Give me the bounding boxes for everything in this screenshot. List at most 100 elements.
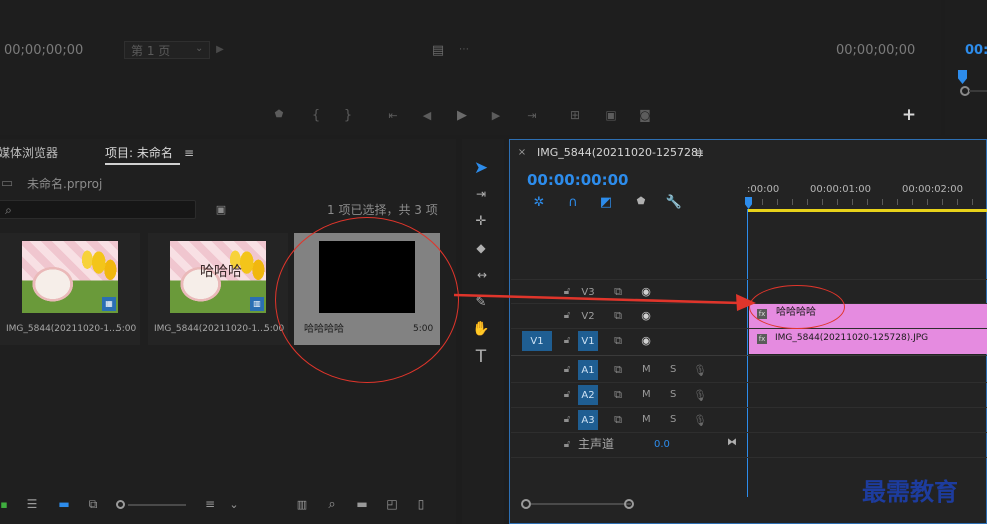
microphone-icon[interactable]: 🎙︎ — [693, 388, 707, 402]
tab-media-browser[interactable]: 媒体浏览器 — [0, 147, 58, 159]
trash-icon[interactable]: ▯ — [414, 497, 428, 511]
track-a1: 🔓︎ A1 ⧉ M S 🎙︎ — [511, 358, 747, 382]
lock-icon[interactable]: 🔓︎ — [562, 364, 572, 376]
sequence-tab[interactable]: IMG_5844(20211020-125728) — [537, 147, 702, 158]
sync-lock-icon[interactable]: ⧉ — [611, 334, 625, 346]
lock-icon[interactable]: 🔓︎ — [562, 414, 572, 426]
go-to-end-icon[interactable]: ⧓ — [725, 436, 739, 450]
sync-lock-icon[interactable]: ⧉ — [611, 413, 625, 425]
page-select[interactable]: 第 1 页 ⌄ — [124, 41, 210, 59]
track-select-tool-icon[interactable]: ⇥ — [472, 186, 490, 202]
program-playhead[interactable] — [958, 70, 967, 84]
close-icon[interactable]: × — [517, 147, 527, 159]
track-target-a2[interactable]: A2 — [578, 385, 598, 405]
track-v1: V1 🔓︎ V1 ⧉ ◉ — [511, 329, 747, 353]
master-volume[interactable]: 0.0 — [654, 440, 670, 450]
lock-icon[interactable]: 🔓︎ — [562, 439, 572, 451]
annotation-arrow — [453, 293, 756, 311]
automate-to-sequence-icon[interactable]: ▥ — [294, 497, 310, 511]
fx-badge-icon: fx — [757, 334, 767, 344]
lock-icon[interactable]: 🔓︎ — [562, 335, 572, 347]
tab-project[interactable]: 项目: 未命名 — [105, 147, 173, 159]
step-back-icon[interactable]: ◀ — [420, 108, 434, 122]
sync-lock-icon[interactable]: ⧉ — [611, 363, 625, 375]
program-timecode-right[interactable]: 00;00;00;00 — [836, 44, 915, 57]
play-small-icon[interactable]: ▶ — [214, 44, 226, 56]
work-area-bar[interactable] — [747, 209, 987, 212]
mute-button[interactable]: M — [642, 415, 651, 425]
project-item[interactable]: 哈哈哈 ▥ IMG_5844(20211020-1... 5:00 — [148, 233, 288, 345]
lock-icon[interactable]: 🔓︎ — [562, 389, 572, 401]
slip-tool-icon[interactable]: ↔ — [472, 267, 492, 283]
search-input[interactable]: ⌕ — [0, 200, 196, 219]
project-item[interactable]: ▦ IMG_5844(20211020-1... 5:00 — [0, 233, 140, 345]
tab-underline — [105, 163, 180, 165]
program-timecode[interactable]: 00:0 — [965, 44, 987, 57]
snap-icon[interactable]: ∩ — [565, 194, 581, 210]
go-to-in-icon[interactable]: ⇤ — [384, 108, 402, 122]
panel-menu-icon[interactable]: ≡ — [183, 147, 195, 159]
find-icon[interactable]: ▣ — [213, 202, 229, 216]
track-master: 🔓︎ 主声道 0.0 ⧓ — [511, 433, 747, 457]
new-item-icon[interactable]: ◰ — [385, 497, 399, 511]
overwrite-icon[interactable]: ▣ — [603, 107, 619, 123]
solo-button[interactable]: S — [670, 390, 676, 400]
nest-icon[interactable]: ✲ — [531, 194, 547, 210]
selection-tool-icon[interactable]: ➤ — [472, 159, 490, 177]
go-to-out-icon[interactable]: ⇥ — [523, 108, 541, 122]
audio-waveform-icon[interactable]: ⋯ — [456, 43, 472, 57]
add-marker-icon[interactable]: ⬟ — [634, 194, 648, 210]
program-monitor: 00:0 — [945, 0, 987, 135]
add-marker-icon[interactable]: ⬟ — [272, 108, 286, 122]
image-badge-icon: ▦ — [102, 297, 116, 311]
track-target-a3[interactable]: A3 — [578, 410, 598, 430]
step-forward-icon[interactable]: ▶ — [489, 108, 503, 122]
chevron-down-icon: ⌄ — [195, 43, 204, 54]
timeline-timecode[interactable]: 00:00:00:00 — [527, 173, 629, 188]
icon-view-icon[interactable]: ▬ — [56, 497, 72, 511]
list-view-icon[interactable]: ☰ — [24, 497, 40, 511]
sort-icon[interactable]: ≡ — [202, 497, 218, 511]
folder-icon: ▭ — [0, 175, 14, 191]
export-frame-icon[interactable]: ▤ — [431, 43, 445, 57]
mute-button[interactable]: M — [642, 390, 651, 400]
camera-icon[interactable]: ◙ — [637, 107, 653, 123]
new-bin-icon[interactable]: ▬ — [354, 497, 370, 511]
playhead-line — [747, 209, 748, 497]
microphone-icon[interactable]: 🎙︎ — [693, 363, 707, 377]
lock-icon[interactable]: ▪ — [0, 497, 10, 511]
settings-wrench-icon[interactable]: 🔧 — [666, 194, 682, 210]
microphone-icon[interactable]: 🎙︎ — [693, 413, 707, 427]
chevron-down-icon[interactable]: ⌄ — [228, 497, 240, 511]
freeform-view-icon[interactable]: ⧉ — [84, 497, 102, 511]
plus-icon[interactable]: + — [901, 106, 917, 123]
timeline-scrollbar[interactable] — [521, 498, 641, 510]
insert-icon[interactable]: ⊞ — [566, 107, 584, 123]
source-timecode[interactable]: 00;00;00;00 — [4, 44, 83, 57]
track-a3: 🔓︎ A3 ⧉ M S 🎙︎ — [511, 408, 747, 432]
linked-selection-icon[interactable]: ◩ — [598, 194, 614, 210]
mark-out-icon[interactable]: } — [341, 108, 355, 122]
razor-tool-icon[interactable]: ◆ — [472, 240, 490, 256]
source-patch-v1[interactable]: V1 — [522, 331, 552, 351]
mute-button[interactable]: M — [642, 365, 651, 375]
sync-lock-icon[interactable]: ⧉ — [611, 388, 625, 400]
clip-name: IMG_5844(20211020-125728).JPG — [775, 333, 929, 343]
ripple-edit-tool-icon[interactable]: ✛ — [472, 213, 490, 229]
project-file-name: 未命名.prproj — [27, 177, 103, 191]
hand-tool-icon[interactable]: ✋ — [472, 321, 490, 337]
type-tool-icon[interactable]: T — [472, 348, 490, 366]
mark-in-icon[interactable]: { — [309, 108, 323, 122]
solo-button[interactable]: S — [670, 415, 676, 425]
eye-icon[interactable]: ◉ — [639, 334, 653, 346]
track-a2: 🔓︎ A2 ⧉ M S 🎙︎ — [511, 383, 747, 407]
track-target-v1[interactable]: V1 — [578, 331, 598, 351]
ruler-ticks — [747, 199, 987, 205]
track-target-a1[interactable]: A1 — [578, 360, 598, 380]
solo-button[interactable]: S — [670, 365, 676, 375]
play-icon[interactable]: ▶ — [454, 107, 470, 123]
clip-v1-image[interactable]: fx IMG_5844(20211020-125728).JPG — [749, 329, 987, 354]
find-icon[interactable]: ⌕ — [325, 497, 339, 511]
panel-menu-icon[interactable]: ≡ — [693, 147, 705, 159]
zoom-slider[interactable] — [116, 499, 186, 509]
